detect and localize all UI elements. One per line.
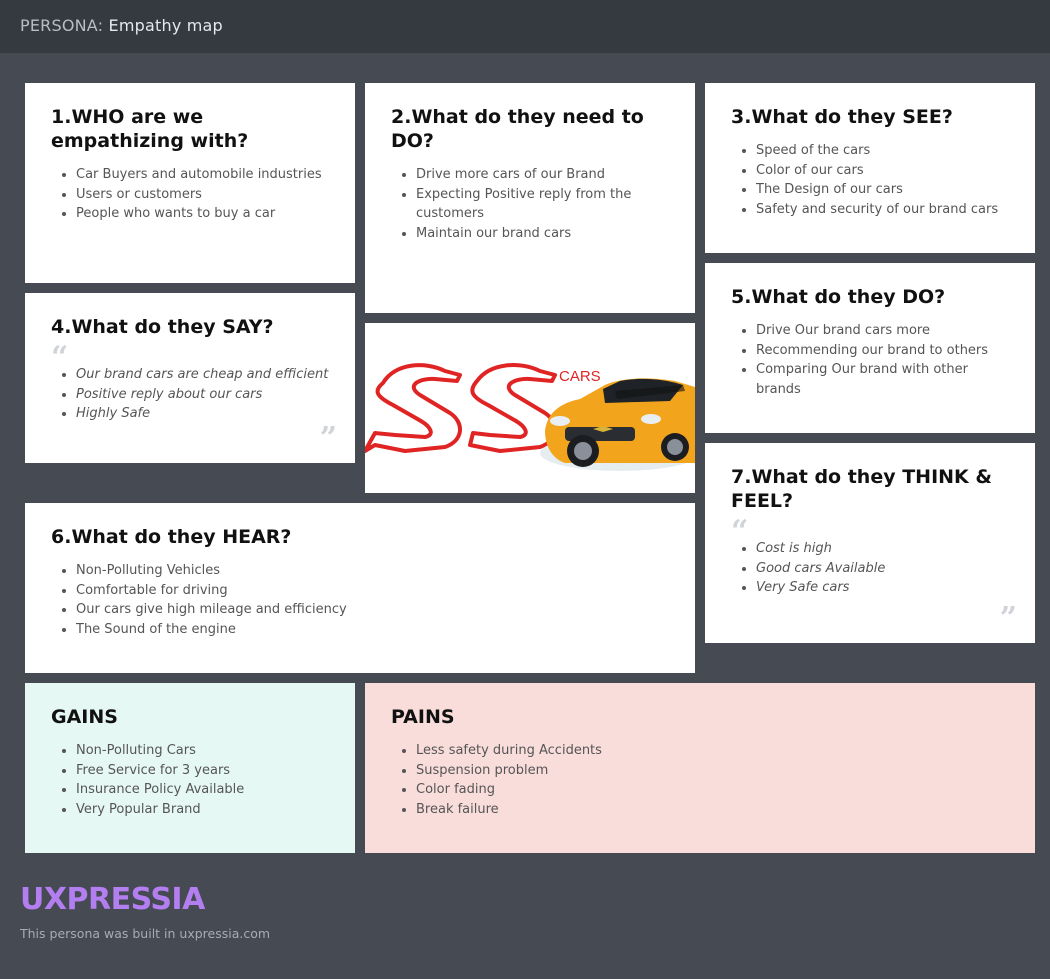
ss-logo-icon bbox=[365, 363, 557, 453]
card-hear-list: Non-Polluting Vehicles Comfortable for d… bbox=[51, 561, 669, 639]
list-item: Comfortable for driving bbox=[76, 581, 669, 601]
list-item: The Sound of the engine bbox=[76, 620, 669, 640]
page-title-prefix: PERSONA: bbox=[20, 16, 104, 35]
quote-open-icon: “ bbox=[731, 514, 749, 549]
card-say-list: Our brand cars are cheap and efficient P… bbox=[51, 365, 329, 424]
card-who: 1.WHO are we empathizing with? Car Buyer… bbox=[25, 83, 355, 283]
yellow-car-icon bbox=[540, 378, 695, 471]
card-hear: 6.What do they HEAR? Non-Polluting Vehic… bbox=[25, 503, 695, 673]
page-title: PERSONA: Empathy map bbox=[20, 16, 223, 35]
top-bar: PERSONA: Empathy map bbox=[0, 0, 1050, 53]
list-item: Color fading bbox=[416, 780, 1009, 800]
card-need-title: 2.What do they need to DO? bbox=[391, 106, 644, 152]
footer-note: This persona was built in uxpressia.com bbox=[20, 926, 271, 941]
list-item: Expecting Positive reply from the custom… bbox=[416, 185, 669, 224]
card-need: 2.What do they need to DO? Drive more ca… bbox=[365, 83, 695, 313]
card-think-list: Cost is high Good cars Available Very Sa… bbox=[731, 539, 1009, 598]
quote-close-icon: ” bbox=[319, 421, 337, 456]
list-item: Less safety during Accidents bbox=[416, 741, 1009, 761]
card-pains: PAINS Less safety during Accidents Suspe… bbox=[365, 683, 1035, 853]
list-item: Car Buyers and automobile industries bbox=[76, 165, 329, 185]
cars-logo-text: CARS bbox=[559, 368, 601, 385]
card-pains-list: Less safety during Accidents Suspension … bbox=[391, 741, 1009, 819]
list-item: Speed of the cars bbox=[756, 141, 1009, 161]
quote-open-icon: “ bbox=[51, 340, 69, 375]
card-need-list: Drive more cars of our Brand Expecting P… bbox=[391, 165, 669, 243]
list-item: Our brand cars are cheap and efficient bbox=[76, 365, 329, 385]
card-pains-title: PAINS bbox=[391, 706, 455, 728]
page-title-text: Empathy map bbox=[108, 16, 223, 35]
brand-image: CARS bbox=[365, 363, 695, 471]
list-item: Drive more cars of our Brand bbox=[416, 165, 669, 185]
list-item: Very Popular Brand bbox=[76, 800, 329, 820]
list-item: Our cars give high mileage and efficienc… bbox=[76, 600, 669, 620]
list-item: Free Service for 3 years bbox=[76, 761, 329, 781]
list-item: Maintain our brand cars bbox=[416, 224, 669, 244]
card-see-list: Speed of the cars Color of our cars The … bbox=[731, 141, 1009, 219]
list-item: Recommending our brand to others bbox=[756, 341, 1009, 361]
card-do: 5.What do they DO? Drive Our brand cars … bbox=[705, 263, 1035, 433]
card-say: 4.What do they SAY? “ Our brand cars are… bbox=[25, 293, 355, 463]
list-item: Non-Polluting Cars bbox=[76, 741, 329, 761]
card-hear-title: 6.What do they HEAR? bbox=[51, 526, 292, 548]
card-see-title: 3.What do they SEE? bbox=[731, 106, 953, 128]
list-item: Suspension problem bbox=[416, 761, 1009, 781]
list-item: Comparing Our brand with other brands bbox=[756, 360, 1009, 399]
list-item: Good cars Available bbox=[756, 559, 1009, 579]
uxpressia-logo[interactable]: UXPRESSIA bbox=[20, 882, 205, 917]
card-who-list: Car Buyers and automobile industries Use… bbox=[51, 165, 329, 224]
card-who-title: 1.WHO are we empathizing with? bbox=[51, 106, 249, 152]
card-see: 3.What do they SEE? Speed of the cars Co… bbox=[705, 83, 1035, 253]
card-think-title: 7.What do they THINK & FEEL? bbox=[731, 466, 992, 512]
list-item: Break failure bbox=[416, 800, 1009, 820]
card-gains: GAINS Non-Polluting Cars Free Service fo… bbox=[25, 683, 355, 853]
card-gains-list: Non-Polluting Cars Free Service for 3 ye… bbox=[51, 741, 329, 819]
list-item: Cost is high bbox=[756, 539, 1009, 559]
list-item: Non-Polluting Vehicles bbox=[76, 561, 669, 581]
list-item: The Design of our cars bbox=[756, 180, 1009, 200]
list-item: Highly Safe bbox=[76, 404, 329, 424]
card-do-title: 5.What do they DO? bbox=[731, 286, 946, 308]
card-think: 7.What do they THINK & FEEL? “ Cost is h… bbox=[705, 443, 1035, 643]
list-item: People who wants to buy a car bbox=[76, 204, 329, 224]
list-item: Very Safe cars bbox=[756, 578, 1009, 598]
list-item: Users or customers bbox=[76, 185, 329, 205]
list-item: Color of our cars bbox=[756, 161, 1009, 181]
list-item: Insurance Policy Available bbox=[76, 780, 329, 800]
list-item: Safety and security of our brand cars bbox=[756, 200, 1009, 220]
quote-close-icon: ” bbox=[999, 601, 1017, 636]
card-brand-image: CARS bbox=[365, 323, 695, 493]
card-say-title: 4.What do they SAY? bbox=[51, 316, 274, 338]
card-do-list: Drive Our brand cars more Recommending o… bbox=[731, 321, 1009, 399]
list-item: Drive Our brand cars more bbox=[756, 321, 1009, 341]
card-gains-title: GAINS bbox=[51, 706, 118, 728]
list-item: Positive reply about our cars bbox=[76, 385, 329, 405]
